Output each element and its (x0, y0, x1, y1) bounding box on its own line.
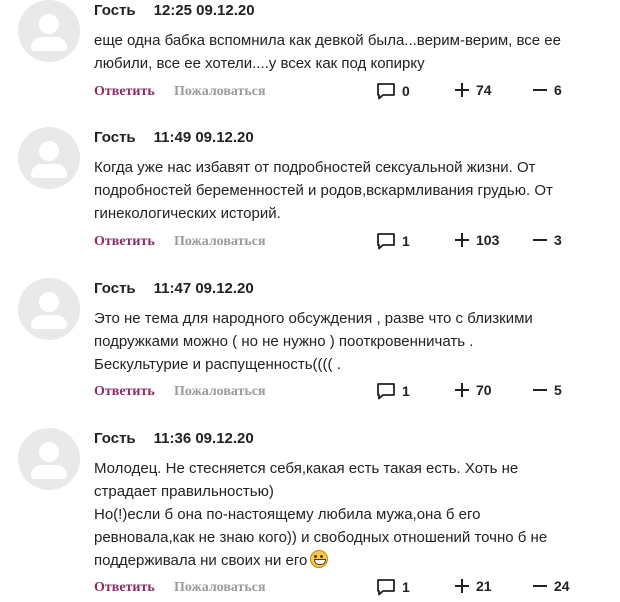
comment-line: поддерживала ни своих ни его (94, 552, 308, 569)
author-name: Гость (94, 430, 136, 447)
replies-count: 1 (402, 579, 410, 595)
comment-line: гинекологических историй. (94, 205, 281, 222)
downvote-button[interactable]: 5 (532, 382, 562, 398)
comment-meta: Гость 12:25 09.12.20 (94, 2, 255, 19)
upvote-count: 70 (476, 382, 492, 398)
upvote-count: 74 (476, 82, 492, 98)
grinning-face-emoji-icon (310, 550, 329, 568)
upvote-count: 21 (476, 578, 492, 594)
avatar (18, 0, 80, 62)
reply-link[interactable]: Ответить (94, 84, 155, 100)
minus-icon (533, 389, 547, 391)
author-name: Гость (94, 129, 136, 146)
comment-line: подружками можно ( но не нужно ) пооткро… (94, 333, 474, 350)
replies-count-button[interactable]: 1 (376, 382, 410, 400)
minus-icon (533, 239, 547, 241)
replies-count: 1 (402, 383, 410, 399)
plus-icon (455, 83, 469, 97)
comment-time: 11:49 09.12.20 (153, 129, 254, 146)
comment-line: подробностей беременностей и родов,вскар… (94, 182, 553, 199)
report-link[interactable]: Пожаловаться (174, 580, 266, 596)
replies-count-button[interactable]: 0 (376, 82, 410, 100)
report-link[interactable]: Пожаловаться (174, 234, 266, 250)
author-name: Гость (94, 2, 136, 19)
comment-bubble-icon (377, 83, 395, 100)
plus-icon (455, 233, 469, 247)
downvote-count: 5 (554, 382, 562, 398)
comment-line: ревновала,как не знаю кого)) и свободных… (94, 529, 548, 546)
comment-meta: Гость 11:36 09.12.20 (94, 430, 254, 447)
comment-actions: Ответить Пожаловаться 1 103 3 (94, 232, 614, 254)
upvote-button[interactable]: 70 (454, 382, 492, 398)
downvote-count: 6 (554, 82, 562, 98)
reply-link[interactable]: Ответить (94, 234, 155, 250)
replies-count: 0 (402, 83, 410, 99)
report-link[interactable]: Пожаловаться (174, 84, 266, 100)
avatar (18, 428, 80, 490)
plus-icon (455, 383, 469, 397)
comment-line: еще одна бабка вспомнила как девкой была… (94, 32, 561, 49)
downvote-button[interactable]: 6 (532, 82, 562, 98)
downvote-count: 24 (554, 578, 570, 594)
minus-icon (533, 89, 547, 91)
comment-text: Молодец. Не стесняется себя,какая есть т… (94, 457, 594, 572)
comment-time: 12:25 09.12.20 (153, 2, 255, 19)
comment-line: Бескультурие и распущенность(((( . (94, 356, 341, 373)
comment-actions: Ответить Пожаловаться 1 70 5 (94, 382, 614, 404)
comment-text: Это не тема для народного обсуждения , р… (94, 307, 594, 376)
comment-line: любили, все ее хотели....у всех как под … (94, 55, 425, 72)
downvote-button[interactable]: 24 (532, 578, 570, 594)
report-link[interactable]: Пожаловаться (174, 384, 266, 400)
reply-link[interactable]: Ответить (94, 384, 155, 400)
downvote-button[interactable]: 3 (532, 232, 562, 248)
comment-bubble-icon (377, 579, 395, 596)
replies-count-button[interactable]: 1 (376, 578, 410, 596)
replies-count-button[interactable]: 1 (376, 232, 410, 250)
comment-bubble-icon (377, 383, 395, 400)
comment-actions: Ответить Пожаловаться 0 74 6 (94, 82, 614, 104)
comment-bubble-icon (377, 233, 395, 250)
author-name: Гость (94, 280, 136, 297)
comment-time: 11:47 09.12.20 (153, 280, 254, 297)
upvote-count: 103 (476, 232, 500, 248)
upvote-button[interactable]: 74 (454, 82, 492, 98)
comment-line: Молодец. Не стесняется себя,какая есть т… (94, 460, 519, 477)
avatar (18, 278, 80, 340)
comment-actions: Ответить Пожаловаться 1 21 24 (94, 578, 614, 600)
comment-text: еще одна бабка вспомнила как девкой была… (94, 29, 594, 75)
comment-time: 11:36 09.12.20 (153, 430, 254, 447)
comment-line: Это не тема для народного обсуждения , р… (94, 310, 533, 327)
plus-icon (455, 579, 469, 593)
avatar (18, 127, 80, 189)
comment-meta: Гость 11:47 09.12.20 (94, 280, 254, 297)
downvote-count: 3 (554, 232, 562, 248)
comment-line: Но(!)если б она по-настоящему любила муж… (94, 506, 481, 523)
comment-line-with-emoji: поддерживала ни своих ни его (94, 549, 594, 572)
comment-line: Когда уже нас избавят от подробностей се… (94, 159, 536, 176)
comment-meta: Гость 11:49 09.12.20 (94, 129, 254, 146)
comment-text: Когда уже нас избавят от подробностей се… (94, 156, 594, 225)
upvote-button[interactable]: 103 (454, 232, 499, 248)
upvote-button[interactable]: 21 (454, 578, 492, 594)
minus-icon (533, 585, 547, 587)
replies-count: 1 (402, 233, 410, 249)
comment-line: страдает правильностью) (94, 483, 274, 500)
reply-link[interactable]: Ответить (94, 580, 155, 596)
